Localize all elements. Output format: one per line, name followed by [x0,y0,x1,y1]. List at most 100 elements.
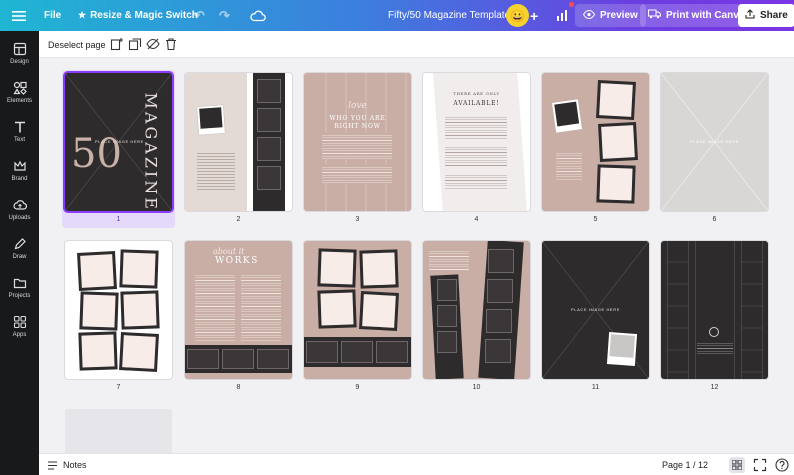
sidebar-item-label: Apps [12,331,27,338]
page-number: 10 [472,384,481,391]
sidebar-item-elements[interactable]: Elements [0,73,39,111]
page8-script: about it [213,247,245,256]
grid-view-icon[interactable] [729,457,745,473]
page-thumbnail-1[interactable]: MAGAZINE 50 PLACE IMAGE HERE [65,73,172,211]
sidebar-item-label: Uploads [8,214,31,221]
cover-title: MAGAZINE [141,92,161,212]
sidebar-item-projects[interactable]: Projects [0,268,39,306]
page-toolbar: Deselect page [39,31,794,58]
sidebar-item-design[interactable]: Design [0,34,39,72]
sidebar-item-label: Elements [6,97,32,104]
add-collaborator-icon[interactable]: + [530,0,538,31]
page8-title: WORKS [215,256,259,266]
hide-page-icon[interactable] [146,37,160,51]
page-indicator[interactable]: Page 1 / 12 [662,454,708,475]
page-thumbnail-8[interactable]: about it WORKS [185,241,292,379]
notes-icon [48,460,57,470]
page-thumbnail-2[interactable] [185,73,292,211]
print-label: Print with Canva [666,10,745,21]
page-number: 4 [474,216,479,223]
page-number: 8 [236,384,241,391]
logo-icon [709,327,719,337]
eye-icon [582,9,596,22]
avatar[interactable]: 😀 [506,4,529,27]
page-thumbnail-7[interactable] [65,241,172,379]
resize-magic-switch-button[interactable]: ★ Resize & Magic Switch [78,0,198,31]
sidebar: Design Elements Text Brand Uploads Draw … [0,31,39,475]
placeholder-text: PLACE IMAGE HERE [690,139,739,144]
undo-icon[interactable]: ↶ [194,0,205,31]
page4-line1: THERE ARE ONLY [453,91,500,96]
preview-label: Preview [600,10,638,21]
cover-placeholder-text: PLACE IMAGE HERE [95,139,144,144]
page4-line2: AVAILABLE! [453,100,500,107]
cover-number: 50 [71,131,122,177]
page-thumbnail-9[interactable] [304,241,411,379]
page3-script: love [348,101,367,111]
crown-icon [13,160,26,171]
file-menu[interactable]: File [44,0,61,31]
page-number: 11 [591,384,600,391]
sidebar-item-uploads[interactable]: Uploads [0,190,39,228]
menu-icon[interactable] [12,0,28,31]
sidebar-item-label: Projects [8,292,31,299]
help-icon[interactable] [775,458,789,472]
page-thumbnail-5[interactable] [542,73,649,211]
add-page-icon[interactable] [110,37,124,51]
truck-icon [648,9,661,22]
trash-icon[interactable] [164,37,178,51]
print-with-canva-button[interactable]: Print with Canva [640,4,753,27]
page-thumbnail-3[interactable]: love WHO YOU ARE RIGHT NOW [304,73,411,211]
page-thumbnail-6[interactable]: PLACE IMAGE HERE [661,73,768,211]
page-number: 7 [116,384,121,391]
notification-dot [569,2,574,7]
top-bar: File ★ Resize & Magic Switch ↶ ↷ Fifty/5… [0,0,794,31]
share-icon [745,9,755,22]
notes-button[interactable]: Notes [47,454,87,475]
page3-subheading: RIGHT NOW [334,123,381,130]
preview-button[interactable]: Preview [575,4,646,27]
deselect-page-button[interactable]: Deselect page [48,31,106,58]
star-icon: ★ [78,10,87,20]
document-title[interactable]: Fifty/50 Magazine Template [388,0,510,31]
page-number: 2 [236,216,241,223]
page-number: 6 [712,216,717,223]
cloud-upload-icon [12,199,27,210]
text-icon [14,121,25,132]
sidebar-item-text[interactable]: Text [0,112,39,150]
page-thumbnail-12[interactable] [661,241,768,379]
apps-icon [13,315,26,328]
page3-heading: WHO YOU ARE [329,115,386,122]
analytics-icon[interactable] [557,0,567,31]
page-number: 1 [116,216,121,223]
page-thumbnail-4[interactable]: THERE ARE ONLY AVAILABLE! [423,73,530,211]
sidebar-item-label: Text [13,136,25,143]
folder-icon [13,278,26,288]
page-number: 9 [355,384,360,391]
bottom-bar: Notes Page 1 / 12 [39,453,794,475]
page-thumbnail-11[interactable]: PLACE IMAGE HERE [542,241,649,379]
placeholder-text: PLACE IMAGE HERE [571,307,620,312]
sidebar-item-draw[interactable]: Draw [0,229,39,267]
sidebar-item-apps[interactable]: Apps [0,307,39,345]
share-button[interactable]: Share [738,4,794,27]
sidebar-item-brand[interactable]: Brand [0,151,39,189]
sidebar-item-label: Draw [12,253,27,260]
page-thumbnail-10[interactable] [423,241,530,379]
cloud-save-icon[interactable] [250,0,266,31]
resize-label: Resize & Magic Switch [90,10,198,21]
page-number: 5 [593,216,598,223]
duplicate-page-icon[interactable] [128,37,142,51]
add-page-button[interactable] [65,409,172,453]
fullscreen-icon[interactable] [753,458,767,472]
page-number: 3 [355,216,360,223]
share-label: Share [760,10,788,21]
page-grid: MAGAZINE 50 PLACE IMAGE HERE 1 2 love WH… [39,58,794,453]
notes-label: Notes [63,460,87,470]
sidebar-item-label: Brand [11,175,28,182]
redo-icon[interactable]: ↷ [219,0,230,31]
shapes-icon [12,81,27,95]
sidebar-item-label: Design [10,58,29,65]
page-number: 12 [710,384,719,391]
layout-icon [13,42,26,55]
